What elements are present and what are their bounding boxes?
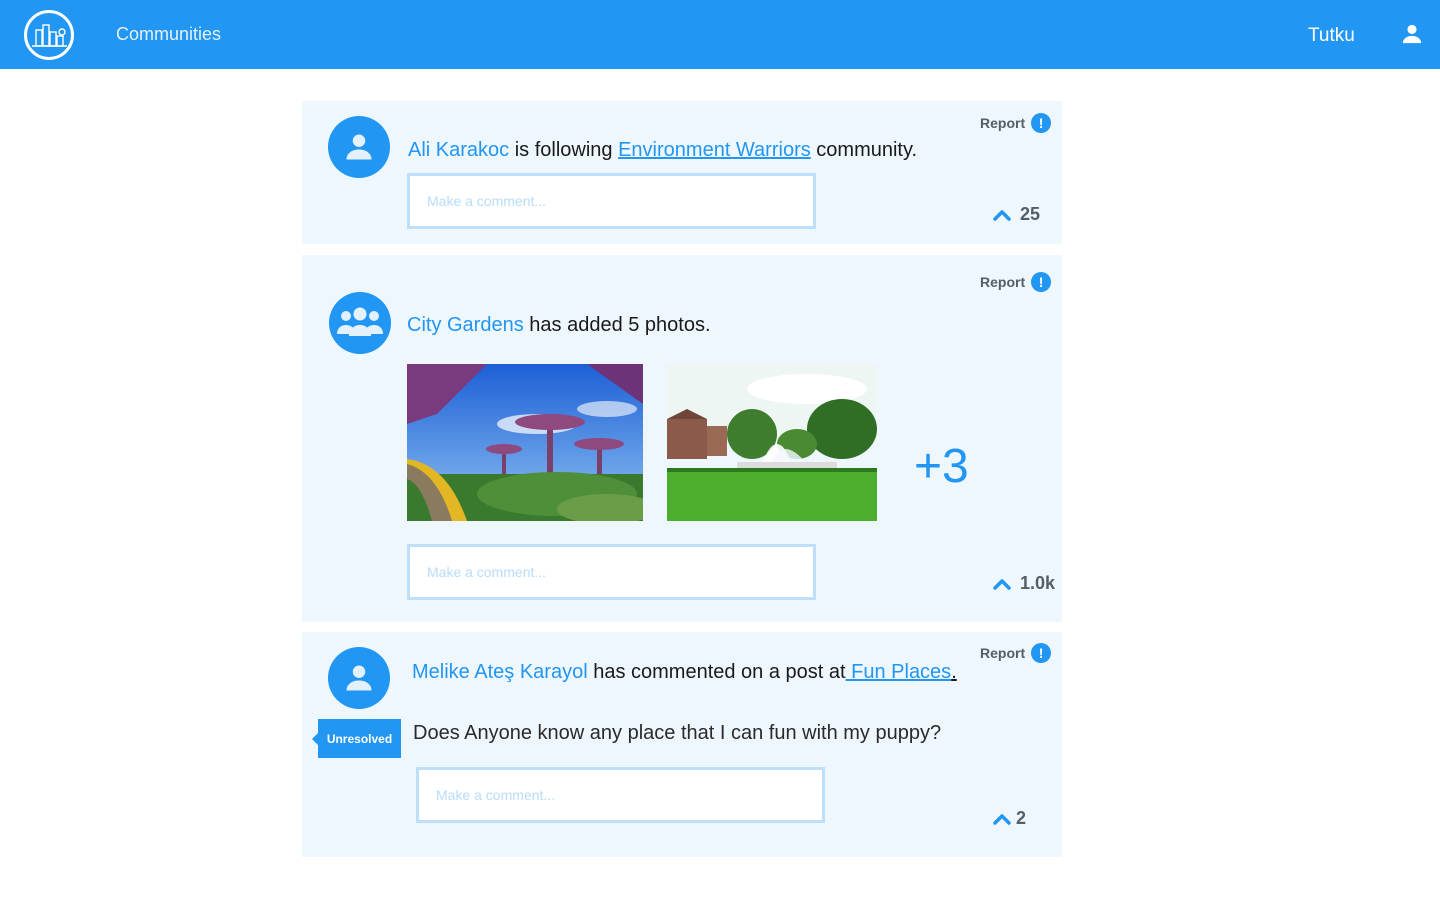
action-text: has added 5 photos. xyxy=(523,314,711,336)
report-button[interactable]: Report ! xyxy=(980,272,1052,292)
supertree-grove-photo[interactable] xyxy=(407,364,643,521)
report-label: Report xyxy=(980,115,1026,131)
action-text: has commented on a post at xyxy=(587,661,846,683)
upvote-chevron-icon[interactable] xyxy=(992,812,1012,826)
community-link[interactable]: Environment Warriors xyxy=(618,139,811,161)
comment-input[interactable] xyxy=(407,173,816,229)
report-button[interactable]: Report ! xyxy=(980,643,1052,663)
community-link[interactable]: Fun Places xyxy=(846,661,951,683)
alert-icon: ! xyxy=(1031,113,1052,133)
alert-icon: ! xyxy=(1031,643,1052,663)
vote-count: 2 xyxy=(1016,808,1027,828)
upvote-control[interactable]: 1.0k xyxy=(992,573,1055,594)
user-account-icon[interactable] xyxy=(1401,23,1423,45)
report-label: Report xyxy=(980,645,1026,661)
activity-headline: City Gardens has added 5 photos. xyxy=(407,314,711,337)
upvote-control[interactable]: 25 xyxy=(992,204,1040,225)
action-text: is following xyxy=(509,139,619,161)
feed-card: Ali Karakoc is following Environment War… xyxy=(302,101,1062,244)
post-question: Does Anyone know any place that I can fu… xyxy=(413,722,942,744)
report-button[interactable]: Report ! xyxy=(980,113,1052,133)
actor-link[interactable]: Ali Karakoc xyxy=(408,139,509,161)
report-label: Report xyxy=(980,274,1026,290)
nav-communities-link[interactable]: Communities xyxy=(116,24,221,45)
actor-link[interactable]: City Gardens xyxy=(407,314,524,336)
person-avatar-icon[interactable] xyxy=(328,647,390,709)
top-navbar: Communities Tutku xyxy=(0,0,1440,69)
fountain-park-photo[interactable] xyxy=(667,364,877,521)
group-avatar-icon[interactable] xyxy=(329,292,391,354)
more-photos-count[interactable]: +3 xyxy=(914,439,969,494)
upvote-control[interactable]: 2 xyxy=(992,808,1026,829)
person-avatar-icon[interactable] xyxy=(328,116,390,178)
city-logo-icon[interactable] xyxy=(24,10,74,60)
suffix-text: . xyxy=(951,661,957,683)
upvote-chevron-icon[interactable] xyxy=(992,208,1012,222)
actor-link[interactable]: Melike Ateş Karayol xyxy=(412,661,588,683)
vote-count: 1.0k xyxy=(1020,573,1056,593)
feed-card: City Gardens has added 5 photos. Report … xyxy=(302,255,1062,622)
suffix-text: community. xyxy=(810,139,918,161)
user-name[interactable]: Tutku xyxy=(1308,25,1355,47)
feed-card: Melike Ateş Karayol has commented on a p… xyxy=(302,632,1062,857)
upvote-chevron-icon[interactable] xyxy=(992,577,1012,591)
activity-headline: Ali Karakoc is following Environment War… xyxy=(408,139,917,162)
alert-icon: ! xyxy=(1031,272,1052,292)
comment-input[interactable] xyxy=(416,767,825,823)
activity-headline: Melike Ateş Karayol has commented on a p… xyxy=(412,661,957,684)
vote-count: 25 xyxy=(1020,204,1041,224)
status-badge: Unresolved xyxy=(312,719,401,758)
comment-input[interactable] xyxy=(407,544,816,600)
